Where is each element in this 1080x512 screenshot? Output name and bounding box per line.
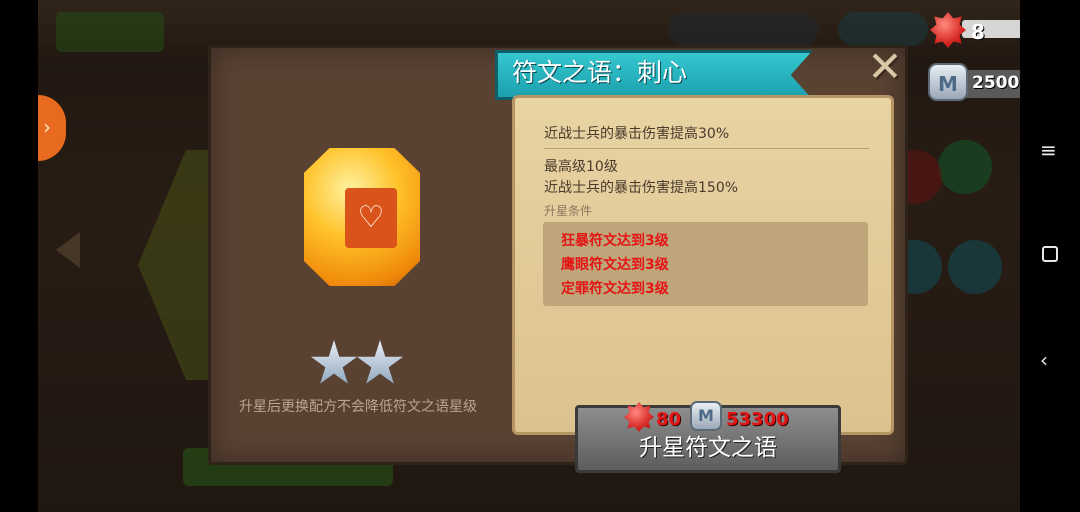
- gem-cost: 80: [656, 409, 682, 430]
- current-effect: 近战士兵的暴击伤害提高30%: [544, 126, 730, 142]
- system-nav-bar: ≡ ‹: [1020, 0, 1080, 512]
- dialog-title: 符文之语：刺心: [512, 58, 688, 87]
- star-rating: [310, 340, 410, 390]
- divider: [544, 148, 869, 149]
- m-coin-icon: M: [690, 401, 722, 431]
- condition-item: 狂暴符文达到3级: [561, 233, 669, 249]
- m-coin-icon: M: [928, 63, 968, 101]
- conditions-title: 升星条件: [544, 204, 593, 218]
- gem-count: 8: [971, 20, 985, 44]
- home-icon[interactable]: [1042, 246, 1058, 262]
- back-icon[interactable]: ‹: [1040, 350, 1048, 370]
- upgrade-button-label: 升星符文之语: [639, 435, 777, 461]
- condition-item: 鹰眼符文达到3级: [561, 257, 669, 273]
- red-gem-icon: [930, 12, 966, 48]
- chevron-right-icon: ›: [43, 115, 51, 139]
- max-effect: 近战士兵的暴击伤害提高150%: [544, 180, 739, 196]
- max-level: 最高级10级: [544, 159, 618, 175]
- menu-icon[interactable]: ≡: [1040, 140, 1057, 160]
- coin-cost: 53300: [726, 409, 789, 430]
- star-icon: [310, 340, 358, 384]
- upgrade-note: 升星后更换配方不会降低符文之语星级: [239, 399, 477, 415]
- heart-shield-icon: ♡: [345, 188, 397, 248]
- close-button[interactable]: ✕: [863, 46, 907, 88]
- star-icon: [356, 340, 404, 384]
- condition-item: 定罪符文达到3级: [561, 281, 669, 297]
